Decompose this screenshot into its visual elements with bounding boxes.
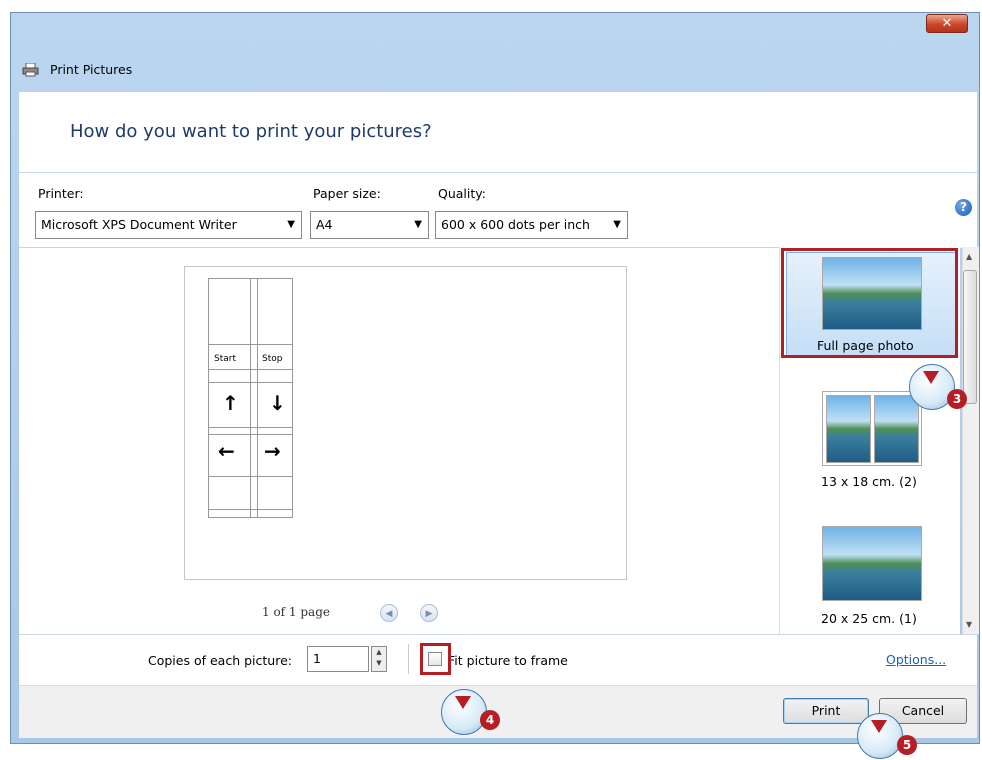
printer-value: Microsoft XPS Document Writer bbox=[41, 217, 237, 232]
stepper-up-icon[interactable]: ▲ bbox=[372, 647, 386, 658]
paper-size-label: Paper size: bbox=[313, 186, 381, 201]
stepper-down-icon[interactable]: ▼ bbox=[372, 658, 386, 669]
options-link[interactable]: Options... bbox=[886, 652, 946, 667]
layout-item-13x18[interactable] bbox=[822, 391, 922, 466]
mouse-click-icon bbox=[441, 689, 487, 735]
chevron-down-icon: ▼ bbox=[613, 219, 621, 230]
quality-value: 600 x 600 dots per inch bbox=[441, 217, 590, 232]
preview-picture: Start Stop ↑ ↓ ← → bbox=[208, 278, 293, 518]
paper-size-value: A4 bbox=[316, 217, 333, 232]
printer-icon bbox=[22, 62, 40, 77]
chevron-down-icon: ▼ bbox=[287, 219, 295, 230]
fit-to-frame-label: Fit picture to frame bbox=[448, 653, 568, 668]
step-badge-5: 5 bbox=[897, 735, 917, 755]
scroll-down-icon[interactable]: ▼ bbox=[966, 620, 972, 629]
chevron-down-icon: ▼ bbox=[414, 219, 422, 230]
layout-label: 20 x 25 cm. (1) bbox=[821, 611, 917, 626]
close-button[interactable]: ✕ bbox=[926, 14, 968, 33]
previous-icon: ◀ bbox=[385, 609, 393, 619]
quality-label: Quality: bbox=[438, 186, 486, 201]
step-badge-4: 4 bbox=[480, 710, 500, 730]
sheet-stop-label: Stop bbox=[262, 354, 283, 364]
highlight-full-page-photo bbox=[781, 248, 958, 358]
layout-thumbnail bbox=[874, 395, 919, 463]
arrow-down-icon: ↓ bbox=[269, 391, 286, 415]
scroll-up-icon[interactable]: ▲ bbox=[966, 252, 972, 261]
arrow-up-icon: ↑ bbox=[222, 391, 239, 415]
dialog-title: Print Pictures bbox=[50, 62, 133, 77]
copies-label: Copies of each picture: bbox=[148, 653, 292, 668]
quality-dropdown[interactable]: 600 x 600 dots per inch ▼ bbox=[435, 211, 628, 239]
page-heading: How do you want to print your pictures? bbox=[70, 121, 432, 142]
highlight-fit-checkbox bbox=[420, 643, 451, 675]
close-icon: ✕ bbox=[941, 16, 953, 31]
copies-stepper[interactable]: ▲ ▼ bbox=[371, 646, 387, 672]
printer-dropdown[interactable]: Microsoft XPS Document Writer ▼ bbox=[35, 211, 302, 239]
scroll-thumb[interactable] bbox=[963, 270, 977, 404]
layout-thumbnail bbox=[826, 395, 871, 463]
next-icon: ▶ bbox=[425, 609, 433, 619]
arrow-right-icon: → bbox=[264, 439, 281, 463]
copies-input[interactable]: 1 bbox=[307, 646, 369, 672]
previous-page-button[interactable]: ◀ bbox=[380, 604, 398, 622]
page-count: 1 of 1 page bbox=[262, 605, 330, 619]
mouse-click-icon bbox=[857, 713, 903, 759]
print-button[interactable]: Print bbox=[783, 698, 869, 724]
help-icon[interactable]: ? bbox=[955, 199, 972, 216]
layout-label: 13 x 18 cm. (2) bbox=[821, 474, 917, 489]
printer-label: Printer: bbox=[38, 186, 84, 201]
sheet-start-label: Start bbox=[214, 354, 236, 364]
step-badge-3: 3 bbox=[947, 389, 967, 409]
paper-size-dropdown[interactable]: A4 ▼ bbox=[310, 211, 429, 239]
divider bbox=[408, 644, 409, 674]
next-page-button[interactable]: ▶ bbox=[420, 604, 438, 622]
layout-item-20x25[interactable] bbox=[822, 526, 922, 601]
arrow-left-icon: ← bbox=[218, 439, 235, 463]
